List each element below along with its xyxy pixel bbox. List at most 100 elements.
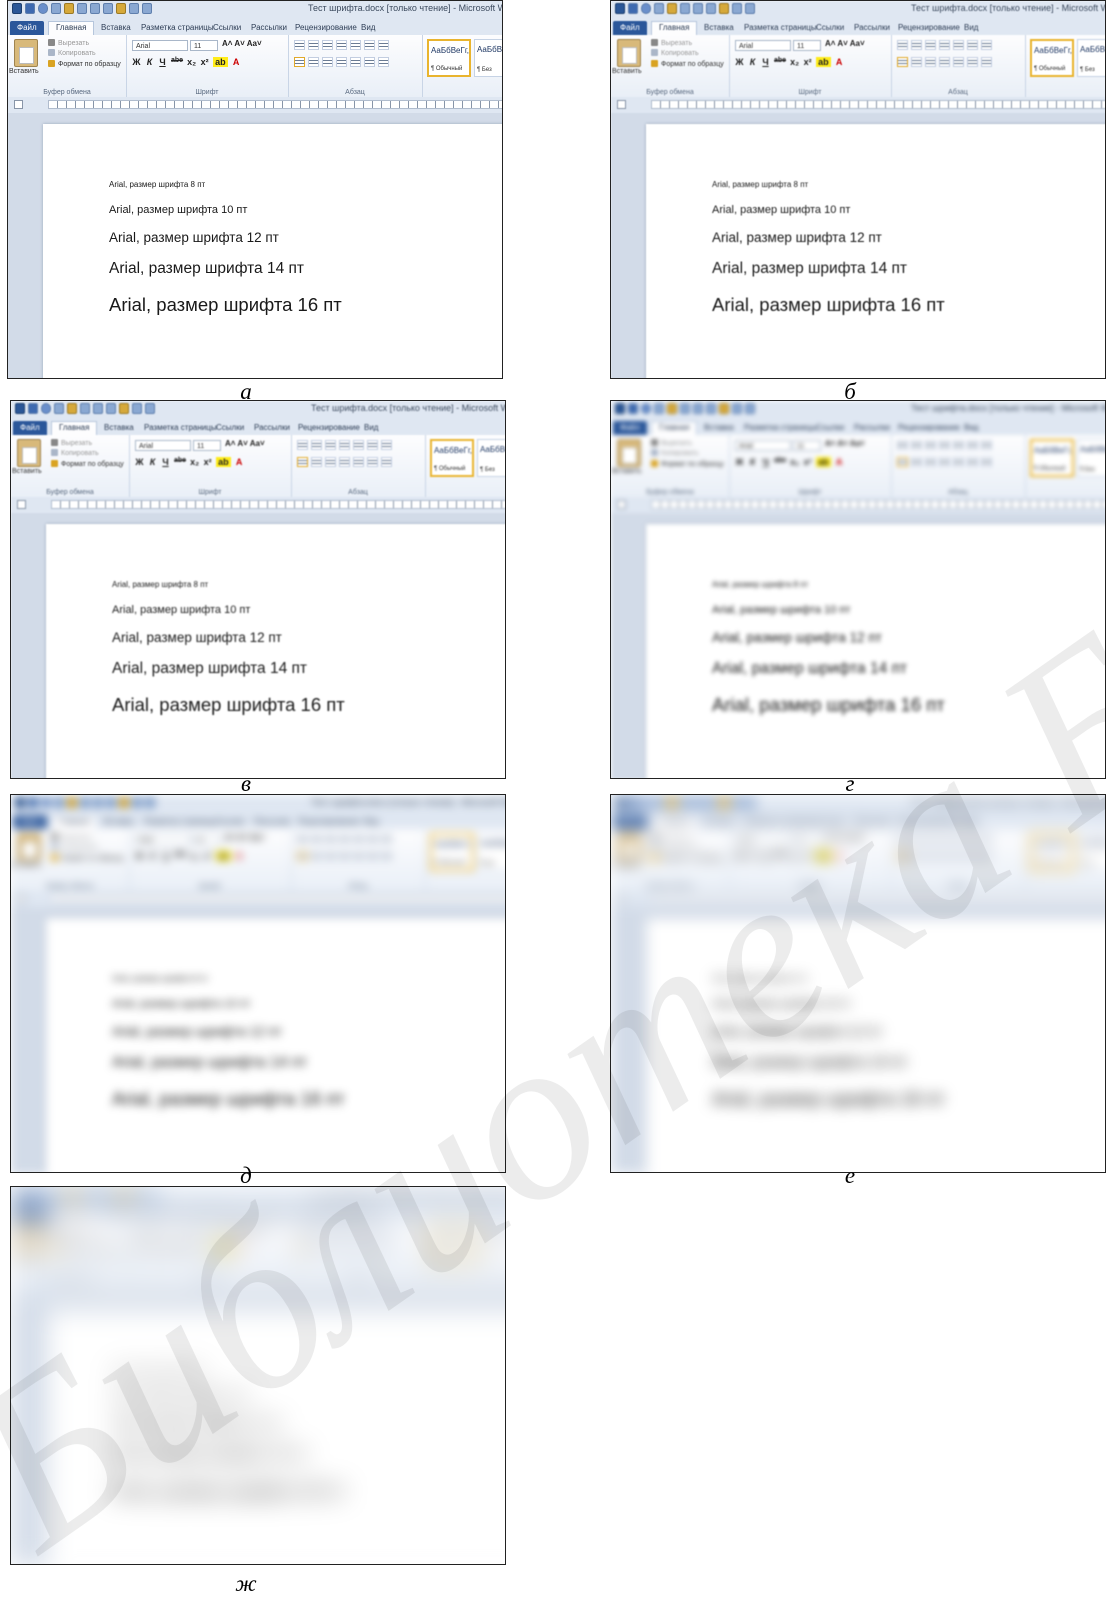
align-left-icon[interactable] [897, 851, 908, 861]
justify-icon[interactable] [336, 57, 347, 67]
tab-mailings[interactable]: Рассылки [247, 421, 297, 435]
italic-button[interactable]: К [148, 1243, 157, 1253]
cut-button[interactable]: Вырезать [651, 39, 692, 47]
print-icon[interactable] [680, 403, 690, 414]
customize-toolbar-icon[interactable] [145, 1189, 155, 1200]
style-normal[interactable]: АаБбВеГг, ¶ Обычный [1030, 833, 1074, 871]
tab-view[interactable]: Вид [957, 21, 985, 35]
format-painter-button[interactable]: Формат по образцу [51, 460, 124, 468]
change-case-button[interactable]: Aa˅ [250, 833, 265, 842]
numbering-icon[interactable] [308, 40, 319, 50]
bullets-icon[interactable] [297, 1226, 308, 1236]
decrease-indent-icon[interactable] [339, 440, 350, 450]
increase-indent-icon[interactable] [353, 440, 364, 450]
format-painter-button[interactable]: Формат по образцу [651, 854, 724, 862]
italic-button[interactable]: К [748, 57, 757, 67]
strikethrough-button[interactable]: abe [774, 57, 786, 67]
underline-button[interactable]: Ч [761, 851, 770, 861]
bold-button[interactable]: Ж [735, 57, 744, 67]
style-normal[interactable]: АаБбВеГг, ¶ Обычный [1030, 439, 1074, 477]
multilevel-list-icon[interactable] [925, 440, 936, 450]
print-icon[interactable] [680, 3, 690, 14]
tab-home[interactable]: Главная [51, 815, 98, 830]
decrease-indent-icon[interactable] [339, 1226, 350, 1236]
bold-button[interactable]: Ж [135, 457, 144, 467]
new-document-icon[interactable] [732, 403, 742, 414]
new-document-icon[interactable] [132, 797, 142, 808]
line-spacing-icon[interactable] [353, 1243, 364, 1253]
tab-home[interactable]: Главная [51, 421, 98, 436]
tab-review[interactable]: Рецензирование [891, 815, 967, 829]
paste-button[interactable]: Вставить [612, 68, 642, 75]
tab-home[interactable]: Главная [48, 21, 95, 36]
font-color-icon[interactable]: A [835, 57, 844, 67]
tab-review[interactable]: Рецензирование [891, 21, 967, 35]
print-icon[interactable] [80, 797, 90, 808]
word-app-icon[interactable] [615, 3, 625, 14]
tab-review[interactable]: Рецензирование [291, 1207, 367, 1221]
open-icon[interactable] [667, 403, 677, 414]
grow-font-button[interactable]: A˄ [825, 833, 835, 842]
underline-button[interactable]: Ч [161, 1243, 170, 1253]
cut-button[interactable]: Вырезать [51, 439, 92, 447]
font-name-field[interactable]: Arial [132, 40, 188, 51]
align-center-icon[interactable] [911, 851, 922, 861]
superscript-button[interactable]: x² [803, 457, 812, 467]
align-right-icon[interactable] [325, 851, 336, 861]
justify-icon[interactable] [939, 457, 950, 467]
document-page[interactable]: Arial, размер шрифта 8 пт Arial, размер … [646, 524, 1105, 778]
horizontal-ruler[interactable] [651, 100, 1105, 109]
strikethrough-button[interactable]: abe [174, 457, 186, 467]
tab-references[interactable]: Ссылки [209, 815, 251, 829]
align-left-icon[interactable] [897, 57, 908, 67]
decrease-indent-icon[interactable] [939, 440, 950, 450]
shading-icon[interactable] [967, 57, 978, 67]
spelling-icon[interactable] [106, 1189, 116, 1200]
format-painter-button[interactable]: Формат по образцу [651, 460, 724, 468]
justify-icon[interactable] [339, 851, 350, 861]
multilevel-list-icon[interactable] [325, 834, 336, 844]
paste-icon[interactable] [617, 439, 641, 467]
align-left-icon[interactable] [297, 851, 308, 861]
font-name-field[interactable]: Arial [135, 834, 191, 845]
shading-icon[interactable] [367, 1243, 378, 1253]
document-page[interactable]: Arial, размер шрифта 8 пт Arial, размер … [46, 524, 505, 778]
borders-icon[interactable] [981, 851, 992, 861]
justify-icon[interactable] [939, 851, 950, 861]
align-center-icon[interactable] [911, 457, 922, 467]
style-no-spacing[interactable]: АаБбВеГг, ¶ Без [477, 833, 505, 871]
decrease-indent-icon[interactable] [939, 40, 950, 50]
format-painter-button[interactable]: Формат по образцу [51, 854, 124, 862]
bold-button[interactable]: Ж [735, 851, 744, 861]
tab-mailings[interactable]: Рассылки [247, 815, 297, 829]
bold-button[interactable]: Ж [132, 57, 141, 67]
tab-file[interactable]: Файл [13, 1207, 47, 1221]
superscript-button[interactable]: x² [203, 457, 212, 467]
tab-review[interactable]: Рецензирование [291, 815, 367, 829]
sort-icon[interactable] [367, 440, 378, 450]
horizontal-ruler[interactable] [651, 894, 1105, 903]
style-normal[interactable]: АаБбВеГг, ¶ Обычный [1030, 39, 1074, 77]
grow-font-button[interactable]: A˄ [825, 439, 835, 448]
copy-button[interactable]: Копировать [51, 843, 99, 851]
sort-icon[interactable] [967, 40, 978, 50]
multilevel-list-icon[interactable] [925, 834, 936, 844]
tab-insert[interactable]: Вставка [697, 421, 741, 435]
pilcrow-icon[interactable] [381, 1226, 392, 1236]
copy-button[interactable]: Копировать [51, 449, 99, 457]
tab-references[interactable]: Ссылки [809, 21, 851, 35]
italic-button[interactable]: К [748, 851, 757, 861]
undo-icon[interactable] [41, 403, 51, 414]
shrink-font-button[interactable]: A˅ [237, 1225, 247, 1234]
undo-icon[interactable] [641, 797, 651, 808]
word-app-icon[interactable] [15, 1189, 25, 1200]
shading-icon[interactable] [367, 851, 378, 861]
new-document-icon[interactable] [732, 3, 742, 14]
subscript-button[interactable]: x₂ [790, 57, 799, 67]
justify-icon[interactable] [339, 1243, 350, 1253]
tab-selector-icon[interactable] [617, 100, 626, 109]
paste-button[interactable]: Вставить [612, 468, 642, 475]
align-left-icon[interactable] [294, 57, 305, 67]
redo-icon[interactable] [54, 403, 64, 414]
redo-icon[interactable] [54, 1189, 64, 1200]
